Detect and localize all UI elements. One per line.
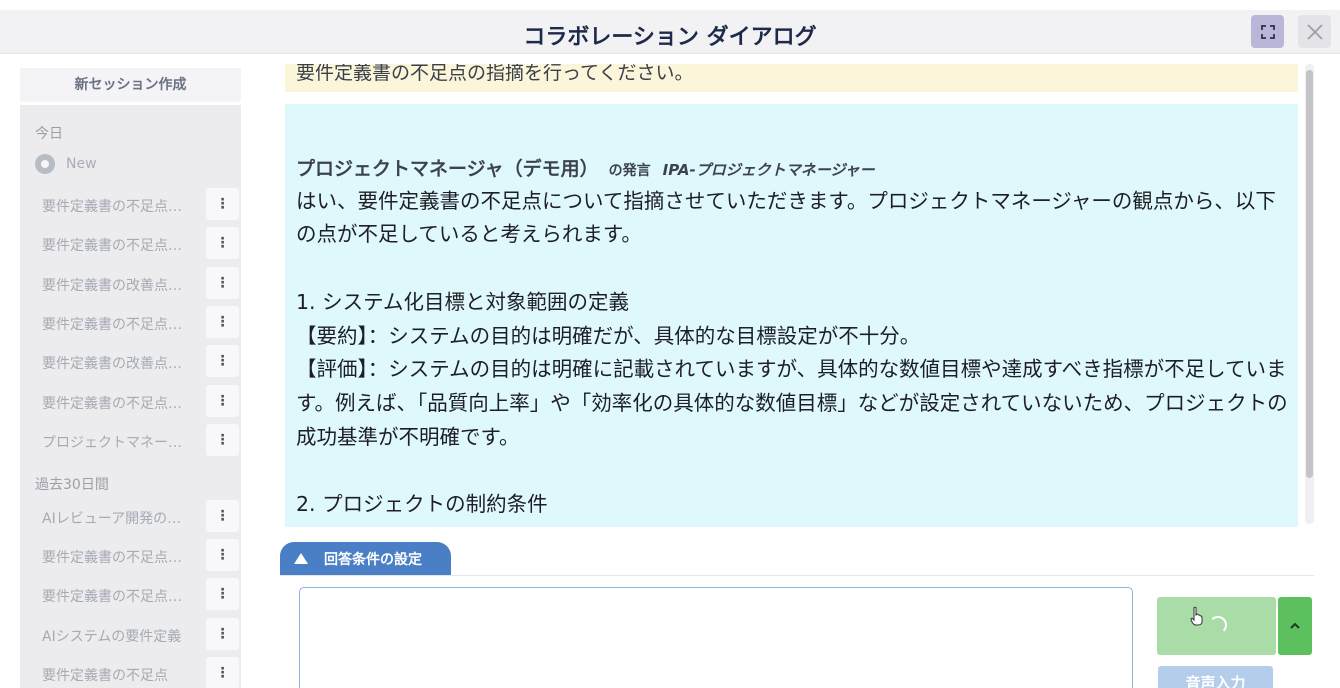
session-item[interactable]: 要件定義書の不足点… [42, 196, 202, 216]
more-vertical-icon: ⋮ [215, 314, 230, 330]
session-menu-button[interactable]: ⋮ [206, 539, 239, 571]
more-vertical-icon: ⋮ [215, 432, 230, 448]
speaker-note: の発言 [608, 162, 651, 179]
session-menu-button[interactable]: ⋮ [206, 657, 239, 688]
close-button[interactable] [1298, 15, 1331, 48]
session-item-new[interactable]: New [35, 154, 97, 174]
more-vertical-icon: ⋮ [215, 393, 230, 409]
session-list: 今日 New 要件定義書の不足点… ⋮ 要件定義書の不足点… ⋮ 要件定義書の改… [20, 105, 241, 688]
session-menu-button[interactable]: ⋮ [206, 578, 239, 610]
fullscreen-icon [1260, 24, 1275, 39]
session-menu-button[interactable]: ⋮ [206, 500, 239, 532]
speaker-role: IPA-プロジェクトマネージャー [662, 160, 875, 179]
session-menu-button[interactable]: ⋮ [206, 618, 239, 650]
more-vertical-icon: ⋮ [215, 626, 230, 642]
session-menu-button[interactable]: ⋮ [206, 188, 239, 220]
divider [280, 575, 1314, 576]
assistant-message-header: プロジェクトマネージャ（デモ用） の発言 IPA-プロジェクトマネージャー [296, 156, 1291, 183]
radio-icon [35, 154, 55, 174]
session-menu-button[interactable]: ⋮ [206, 306, 239, 338]
more-vertical-icon: ⋮ [215, 508, 230, 524]
assistant-message: プロジェクトマネージャ（デモ用） の発言 IPA-プロジェクトマネージャーはい、要件… [285, 104, 1298, 527]
voice-input-button[interactable]: 音声入力 [1158, 666, 1273, 688]
user-message: 要件定義書の不足点の指摘を行ってください。 [285, 64, 1298, 92]
session-menu-button[interactable]: ⋮ [206, 345, 239, 377]
session-item[interactable]: 要件定義書の不足点… [42, 586, 202, 606]
title-bar: コラボレーション ダイアログ [0, 10, 1340, 54]
send-options-button[interactable] [1278, 597, 1312, 655]
assistant-message-text: はい、要件定義書の不足点について指摘させていただきます。プロジェクトマネージャー… [296, 188, 1288, 527]
session-item[interactable]: 要件定義書の不足点… [42, 393, 202, 413]
chevron-up-icon [1290, 622, 1300, 629]
session-item[interactable]: 要件定義書の改善点… [42, 275, 202, 295]
session-item[interactable]: 要件定義書の不足点 [42, 665, 202, 685]
session-item[interactable]: 要件定義書の改善点… [42, 353, 202, 373]
session-menu-button[interactable]: ⋮ [206, 385, 239, 417]
hand-cursor-icon [1190, 606, 1203, 626]
speaker-name: プロジェクトマネージャ（デモ用） [296, 157, 599, 180]
fullscreen-button[interactable] [1251, 15, 1284, 48]
collaboration-dialog: コラボレーション ダイアログ 新セッション作成 今日 New 要件定義書の不足点… [0, 0, 1340, 688]
more-vertical-icon: ⋮ [215, 665, 230, 681]
session-item[interactable]: AIレビューア開発の… [42, 508, 202, 528]
session-menu-button[interactable]: ⋮ [206, 227, 239, 259]
session-item[interactable]: 要件定義書の不足点… [42, 314, 202, 334]
session-item[interactable]: AIシステムの要件定義 [42, 626, 202, 646]
session-menu-button[interactable]: ⋮ [206, 424, 239, 456]
session-item[interactable]: プロジェクトマネー… [42, 432, 202, 452]
send-button[interactable] [1157, 597, 1276, 655]
response-settings-tab[interactable]: 回答条件の設定 [280, 542, 451, 575]
more-vertical-icon: ⋮ [215, 235, 230, 251]
triangle-up-icon [294, 553, 308, 564]
section-past-30-days: 過去30日間 [35, 477, 109, 493]
chat-scrollbar-thumb[interactable] [1306, 70, 1313, 478]
more-vertical-icon: ⋮ [215, 196, 230, 212]
section-today: 今日 [35, 126, 63, 142]
more-vertical-icon: ⋮ [215, 353, 230, 369]
more-vertical-icon: ⋮ [215, 547, 230, 563]
new-session-button[interactable]: 新セッション作成 [20, 68, 241, 102]
message-input[interactable] [299, 587, 1133, 688]
loading-spinner-icon [1209, 616, 1227, 634]
response-settings-label: 回答条件の設定 [324, 551, 422, 568]
more-vertical-icon: ⋮ [215, 275, 230, 291]
session-sidebar: 新セッション作成 今日 New 要件定義書の不足点… ⋮ 要件定義書の不足点… … [20, 64, 241, 688]
more-vertical-icon: ⋮ [215, 586, 230, 602]
session-item[interactable]: 要件定義書の不足点… [42, 235, 202, 255]
user-message-text: 要件定義書の不足点の指摘を行ってください。 [296, 64, 694, 84]
session-item-new-label: New [66, 156, 97, 172]
session-item[interactable]: 要件定義書の不足点… [42, 547, 202, 567]
session-menu-button[interactable]: ⋮ [206, 267, 239, 299]
close-icon [1306, 23, 1323, 40]
chat-scrollbar[interactable] [1305, 64, 1314, 524]
dialog-title: コラボレーション ダイアログ [523, 25, 817, 50]
